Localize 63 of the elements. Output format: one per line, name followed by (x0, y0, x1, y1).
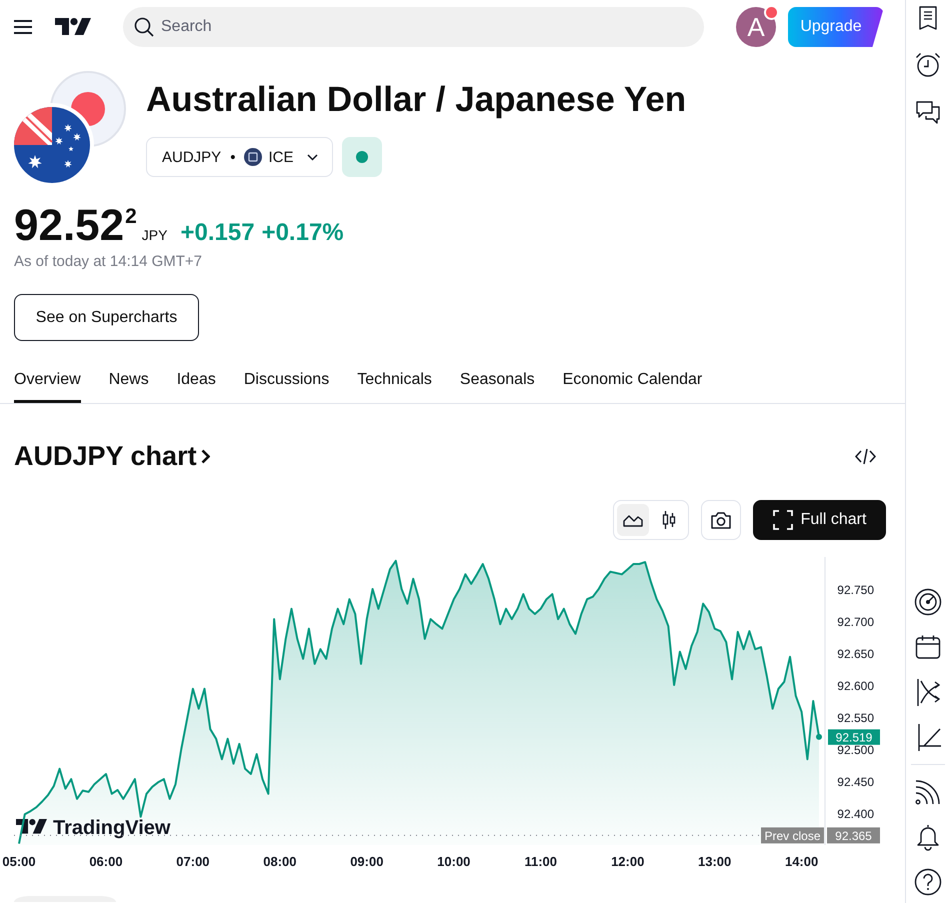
as-of-time: As of today at 14:14 GMT+7 (14, 252, 202, 272)
tab[interactable]: News (108, 361, 149, 403)
currency: JPY (142, 227, 168, 243)
price-change-percent: +0.17% (262, 219, 344, 247)
x-axis-label: 11:00 (524, 854, 558, 869)
price-change: +0.157 (180, 219, 255, 247)
search-field[interactable]: Search (123, 7, 704, 47)
x-axis-label: 07:00 (176, 854, 210, 869)
y-axis-label: 92.500 (837, 743, 874, 757)
chart-title-link[interactable]: AUDJPY chart (14, 439, 210, 473)
y-axis-label: 92.550 (837, 711, 874, 725)
alarm-clock-icon[interactable] (914, 51, 942, 79)
avatar-button[interactable]: A (736, 7, 776, 47)
code-icon[interactable] (855, 448, 876, 464)
chevron-down-icon (307, 154, 318, 160)
menu-icon[interactable] (14, 20, 32, 34)
chart-type-button[interactable] (617, 504, 649, 536)
x-axis-label: 12:00 (611, 854, 644, 869)
x-axis-label: 06:00 (89, 854, 123, 869)
tab[interactable]: Technicals (357, 361, 432, 403)
exchange-logo-icon (244, 148, 262, 166)
calendar-icon[interactable] (914, 633, 942, 661)
tab[interactable]: Discussions (244, 361, 330, 403)
symbol-dropdown[interactable]: AUDJPY • ICE (146, 137, 334, 177)
market-status-button[interactable] (342, 137, 382, 177)
y-axis-label: 92.650 (837, 647, 874, 661)
target-icon[interactable] (914, 588, 942, 616)
candlestick-icon (662, 510, 676, 530)
camera-icon (710, 511, 732, 529)
search-icon (134, 17, 154, 37)
y-axis-label: 92.450 (837, 775, 874, 789)
snapshot-button[interactable] (701, 500, 741, 540)
supercharts-button[interactable]: See on Supercharts (14, 294, 199, 341)
ref-line-label: Prev close (764, 828, 821, 843)
prev-close-label: Prev close (761, 827, 824, 844)
y-axis-label: 92.700 (837, 615, 874, 629)
y-axis-label: 92.600 (837, 679, 874, 693)
help-icon[interactable] (914, 868, 942, 896)
logo-drawing[interactable]: TradingView (16, 817, 170, 839)
tab[interactable]: Economic Calendar (562, 361, 702, 403)
last-price-label: 92.519 (828, 729, 880, 745)
chevron-right-icon (200, 448, 210, 464)
full-chart-button[interactable]: Full chart (753, 500, 886, 540)
tab[interactable]: Overview (14, 361, 81, 403)
y-axis-label: 92.750 (837, 583, 874, 597)
broadcast-icon[interactable] (914, 778, 942, 806)
tab[interactable]: Seasonals (460, 361, 535, 403)
x-axis-label: 10:00 (437, 854, 470, 869)
x-axis-label: 09:00 (350, 854, 384, 869)
prev-close-value: 92.365 (827, 827, 880, 844)
price: 92.52$^{2}$ (14, 202, 137, 250)
x-axis-label: 13:00 (698, 854, 732, 869)
fullscreen-icon (772, 510, 793, 530)
x-axis-label: 08:00 (263, 854, 296, 869)
last-point-icon (816, 734, 822, 740)
tab[interactable]: Ideas (176, 361, 216, 403)
logo-icon[interactable] (55, 18, 91, 34)
x-axis-label: 14:00 (784, 854, 818, 869)
area-chart-icon (623, 513, 643, 527)
symbol-title: Australian Dollar / Japanese Yen (146, 79, 686, 121)
upgrade-button[interactable]: Upgrade (788, 7, 884, 47)
x-axis-label: 05:00 (2, 854, 36, 869)
y-axis-label: 92.400 (837, 807, 874, 821)
